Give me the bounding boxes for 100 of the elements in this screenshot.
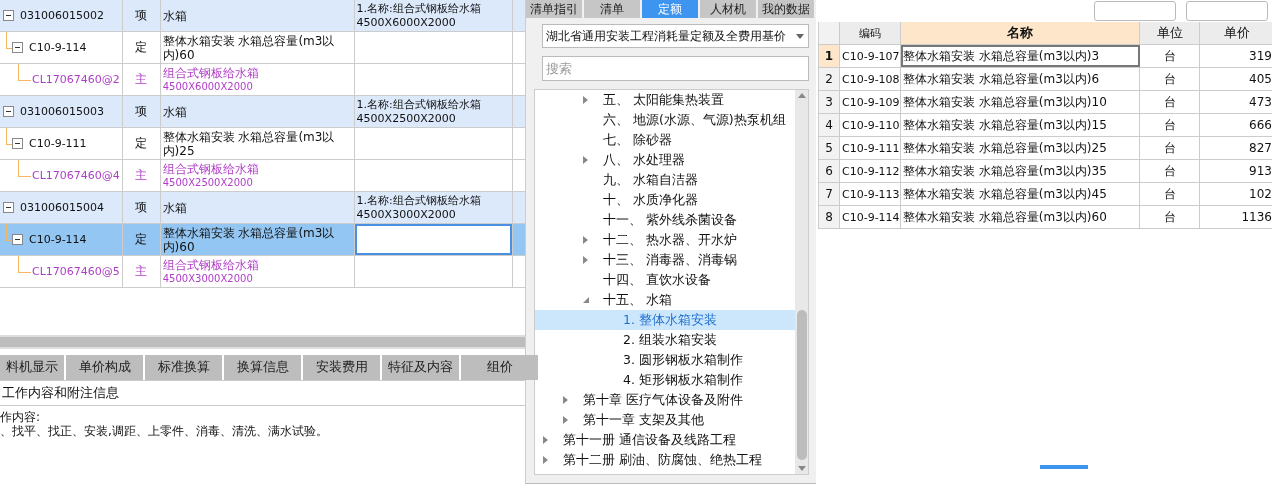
tree-item[interactable]: 4. 矩形钢板水箱制作 bbox=[535, 370, 795, 390]
tree-item[interactable]: 六、 地源(水源、气源)热泵机组 bbox=[535, 110, 795, 130]
table-row[interactable]: C10-9-114 定 整体水箱安装 水箱总容量(m3以内)60 bbox=[0, 224, 525, 256]
tree-item[interactable]: 九、 水箱自洁器 bbox=[535, 170, 795, 190]
tree-item[interactable]: 十五、 水箱 bbox=[535, 290, 795, 310]
table-row[interactable]: 7 C10-9-113 整体水箱安装 水箱总容量(m3以内)45 台 102 bbox=[819, 183, 1272, 206]
tab[interactable]: 清单 bbox=[584, 0, 640, 18]
expand-icon[interactable] bbox=[543, 436, 549, 444]
table-row[interactable]: 1 C10-9-107 整体水箱安装 水箱总容量(m3以内)3 台 319 bbox=[819, 45, 1272, 68]
tree-item[interactable]: 2. 组装水箱安装 bbox=[535, 330, 795, 350]
panel-title: 工作内容和附注信息 bbox=[0, 381, 525, 406]
table-cell-text: 整体水箱安装 水箱总容量(m3以内)60 bbox=[162, 225, 336, 254]
library-dropdown[interactable]: 湖北省通用安装工程消耗量定额及全费用基价 bbox=[542, 24, 809, 48]
tree-item[interactable]: 1. 整体水箱安装 bbox=[535, 310, 795, 330]
search-field[interactable]: 搜索 bbox=[542, 56, 809, 81]
collapse-icon[interactable] bbox=[12, 234, 23, 245]
table-row[interactable]: 5 C10-9-111 整体水箱安装 水箱总容量(m3以内)25 台 827 bbox=[819, 137, 1272, 160]
expand-icon[interactable] bbox=[563, 396, 569, 404]
scrollbar-thumb[interactable] bbox=[796, 310, 807, 460]
toolbar-button[interactable] bbox=[1186, 1, 1268, 21]
table-cell: CL17067460@4 bbox=[32, 169, 120, 182]
table-cell-text: 4500X6000X2000 bbox=[162, 79, 254, 94]
collapse-icon[interactable] bbox=[3, 202, 14, 213]
scroll-up-icon[interactable] bbox=[797, 93, 806, 98]
table-row[interactable]: CL17067460@5 主 组合式钢板给水箱 4500X3000X2000 bbox=[0, 256, 525, 288]
tree-item[interactable]: 十、 水质净化器 bbox=[535, 190, 795, 210]
tab[interactable]: 安装费用 bbox=[303, 355, 380, 380]
table-cell: C10-9-114 bbox=[840, 206, 901, 228]
tree-item[interactable]: 第十二册 刷油、防腐蚀、绝热工程 bbox=[535, 450, 795, 470]
tree-item[interactable]: 3. 圆形钢板水箱制作 bbox=[535, 350, 795, 370]
expand-icon[interactable] bbox=[543, 456, 549, 464]
tree-item[interactable]: 八、 水处理器 bbox=[535, 150, 795, 170]
table-cell: 项 bbox=[135, 199, 148, 216]
tab[interactable]: 特征及内容 bbox=[382, 355, 459, 380]
tab[interactable]: 标准换算 bbox=[145, 355, 222, 380]
tree-item[interactable]: 十四、 直饮水设备 bbox=[535, 270, 795, 290]
table-cell-text: 827 bbox=[1248, 140, 1272, 157]
collapse-icon[interactable] bbox=[3, 10, 14, 21]
row-number: 4 bbox=[819, 114, 840, 136]
tab[interactable]: 人材机 bbox=[700, 0, 756, 18]
table-cell-text: 1.名称:组合式钢板给水箱 bbox=[356, 97, 482, 112]
table-cell-text: 1.名称:组合式钢板给水箱 bbox=[356, 1, 482, 16]
table-cell: CL17067460@5 bbox=[32, 265, 120, 278]
cell-editor[interactable] bbox=[354, 224, 513, 255]
tree-item[interactable]: 十三、 消毒器、消毒锅 bbox=[535, 250, 795, 270]
tab[interactable]: 组价 bbox=[461, 355, 538, 380]
work-content-text: 、找平、找正、安装,调距、上零件、消毒、清洗、满水试验。 bbox=[0, 424, 329, 438]
row-number: 5 bbox=[819, 137, 840, 159]
table-cell-text: 4500X2500X2000 bbox=[162, 175, 254, 190]
collapse-icon[interactable] bbox=[3, 106, 14, 117]
tree-item[interactable]: 第十章 医疗气体设备及附件 bbox=[535, 390, 795, 410]
table-cell-text: 水箱 bbox=[162, 8, 188, 23]
tree-item[interactable]: 五、 太阳能集热装置 bbox=[535, 90, 795, 110]
collapse-icon[interactable] bbox=[12, 138, 23, 149]
table-row[interactable]: 8 C10-9-114 整体水箱安装 水箱总容量(m3以内)60 台 1136 bbox=[819, 206, 1272, 229]
row-number: 8 bbox=[819, 206, 840, 228]
expand-icon[interactable] bbox=[563, 416, 569, 424]
expand-icon[interactable] bbox=[583, 96, 589, 104]
tab[interactable]: 单价构成 bbox=[66, 355, 143, 380]
table-row[interactable]: 4 C10-9-110 整体水箱安装 水箱总容量(m3以内)15 台 666 bbox=[819, 114, 1272, 137]
table-cell-text: 102 bbox=[1248, 186, 1272, 203]
toolbar-button[interactable] bbox=[1094, 1, 1176, 21]
table-cell-text: 组合式钢板给水箱 bbox=[162, 65, 260, 80]
table-cell: C10-9-107 bbox=[840, 45, 901, 67]
tab[interactable]: 料机显示 bbox=[0, 355, 64, 380]
tree-item[interactable]: 十二、 热水器、开水炉 bbox=[535, 230, 795, 250]
table-row[interactable]: 6 C10-9-112 整体水箱安装 水箱总容量(m3以内)35 台 913 bbox=[819, 160, 1272, 183]
table-row[interactable]: 031006015004 项 水箱 1.名称:组合式钢板给水箱 4500X3000X2000 bbox=[0, 192, 525, 224]
table-cell: C10-9-111 bbox=[840, 137, 901, 159]
table-row[interactable]: 031006015002 项 水箱 1.名称:组合式钢板给水箱 4500X6000X2000 bbox=[0, 0, 525, 32]
tree-item[interactable]: 第十一章 支架及其他 bbox=[535, 410, 795, 430]
tab[interactable]: 清单指引 bbox=[526, 0, 582, 18]
table-row[interactable]: 3 C10-9-109 整体水箱安装 水箱总容量(m3以内)10 台 473 bbox=[819, 91, 1272, 114]
expand-icon[interactable] bbox=[583, 236, 589, 244]
scrollbar[interactable] bbox=[795, 90, 808, 474]
tree-line bbox=[18, 64, 31, 81]
table-row[interactable]: C10-9-111 定 整体水箱安装 水箱总容量(m3以内)25 bbox=[0, 128, 525, 160]
splitter-handle[interactable] bbox=[1040, 465, 1088, 469]
column-header[interactable]: 名称 bbox=[901, 22, 1140, 44]
scroll-down-icon[interactable] bbox=[797, 466, 806, 471]
table-cell-text: 4500X3000X2000 bbox=[162, 271, 254, 286]
table-row[interactable]: 031006015003 项 水箱 1.名称:组合式钢板给水箱 4500X2500X2000 bbox=[0, 96, 525, 128]
expand-icon[interactable] bbox=[583, 156, 589, 164]
table-row[interactable]: 2 C10-9-108 整体水箱安装 水箱总容量(m3以内)6 台 405 bbox=[819, 68, 1272, 91]
table-cell: 定 bbox=[135, 135, 148, 152]
table-cell: 整体水箱安装 水箱总容量(m3以内)25 bbox=[901, 137, 1140, 159]
expand-icon[interactable] bbox=[583, 256, 589, 264]
work-content-text: 作内容: bbox=[0, 410, 42, 424]
table-cell-text: 913 bbox=[1248, 163, 1272, 180]
tree-item[interactable]: 七、 除砂器 bbox=[535, 130, 795, 150]
table-cell: C10-9-112 bbox=[840, 160, 901, 182]
table-cell: 台 bbox=[1140, 45, 1200, 67]
tab[interactable]: 换算信息 bbox=[224, 355, 301, 380]
table-row[interactable]: C10-9-114 定 整体水箱安装 水箱总容量(m3以内)60 bbox=[0, 32, 525, 64]
table-cell-text: 组合式钢板给水箱 bbox=[162, 161, 260, 176]
collapse-icon[interactable] bbox=[12, 42, 23, 53]
table-cell: 台 bbox=[1140, 137, 1200, 159]
tab[interactable]: 我的数据 bbox=[758, 0, 814, 18]
tree-item[interactable]: 第十一册 通信设备及线路工程 bbox=[535, 430, 795, 450]
tree-item[interactable]: 十一、 紫外线杀菌设备 bbox=[535, 210, 795, 230]
